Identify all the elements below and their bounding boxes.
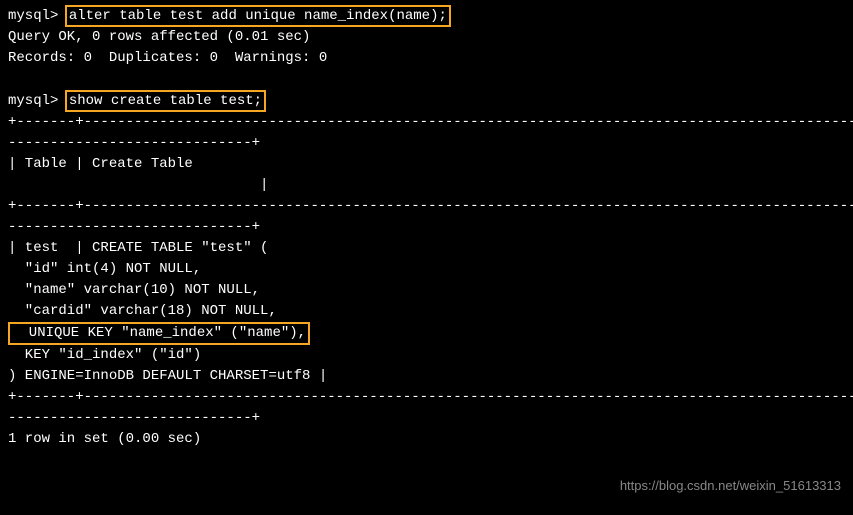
create-table-line: | test | CREATE TABLE "test" ( xyxy=(8,238,845,259)
create-table-line: "name" varchar(10) NOT NULL, xyxy=(8,280,845,301)
terminal-output-line: Query OK, 0 rows affected (0.01 sec) xyxy=(8,27,845,48)
result-footer: 1 row in set (0.00 sec) xyxy=(8,429,845,450)
highlighted-command-1: alter table test add unique name_index(n… xyxy=(65,5,451,27)
table-header-pad: | xyxy=(8,175,845,196)
table-separator: -----------------------------+ xyxy=(8,217,845,238)
watermark-text: https://blog.csdn.net/weixin_51613313 xyxy=(620,476,841,496)
table-separator: +-------+-------------------------------… xyxy=(8,196,845,217)
create-table-unique-key: UNIQUE KEY "name_index" ("name"), xyxy=(8,322,845,344)
table-separator: +-------+-------------------------------… xyxy=(8,112,845,133)
create-table-line: ) ENGINE=InnoDB DEFAULT CHARSET=utf8 | xyxy=(8,366,845,387)
terminal-line-cmd1: mysql> alter table test add unique name_… xyxy=(8,5,845,27)
terminal-line-cmd2: mysql> show create table test; xyxy=(8,90,845,112)
mysql-prompt: mysql> xyxy=(8,8,67,24)
highlighted-command-2: show create table test; xyxy=(65,90,266,112)
table-separator: -----------------------------+ xyxy=(8,408,845,429)
terminal-output-line: Records: 0 Duplicates: 0 Warnings: 0 xyxy=(8,48,845,69)
create-table-line: "cardid" varchar(18) NOT NULL, xyxy=(8,301,845,322)
terminal-blank-line xyxy=(8,69,845,90)
create-table-line: "id" int(4) NOT NULL, xyxy=(8,259,845,280)
mysql-prompt: mysql> xyxy=(8,93,67,109)
table-separator: -----------------------------+ xyxy=(8,133,845,154)
table-separator: +-------+-------------------------------… xyxy=(8,387,845,408)
highlighted-unique-key: UNIQUE KEY "name_index" ("name"), xyxy=(8,322,310,344)
create-table-line: KEY "id_index" ("id") xyxy=(8,345,845,366)
table-header: | Table | Create Table xyxy=(8,154,845,175)
